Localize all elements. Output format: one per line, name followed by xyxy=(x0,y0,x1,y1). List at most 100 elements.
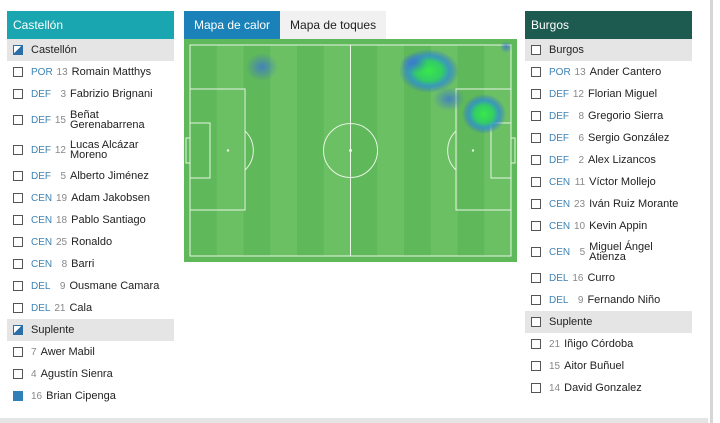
player-name: Ronaldo xyxy=(71,236,113,248)
player-row[interactable]: CEN 18 Pablo Santiago xyxy=(7,209,174,231)
group-row[interactable]: Suplente xyxy=(7,319,174,341)
player-name: Ander Cantero xyxy=(589,66,662,78)
player-row[interactable]: DEL 16 Curro xyxy=(525,267,692,289)
player-number: 23 xyxy=(574,198,586,210)
player-number: 8 xyxy=(61,258,68,270)
player-name: Fabrizio Brignani xyxy=(70,88,153,100)
player-row[interactable]: DEF 12 Florian Miguel xyxy=(525,83,692,105)
checkbox[interactable] xyxy=(13,259,23,269)
pitch-svg xyxy=(184,39,517,262)
player-name: Romain Matthys xyxy=(71,66,152,78)
checkbox[interactable] xyxy=(13,115,23,125)
checkbox[interactable] xyxy=(13,303,23,313)
player-row[interactable]: DEL 9 Ousmane Camara xyxy=(7,275,174,297)
checkbox[interactable] xyxy=(13,215,23,225)
checkbox[interactable] xyxy=(13,193,23,203)
player-number: 15 xyxy=(54,114,66,126)
tab-heatmap[interactable]: Mapa de calor xyxy=(184,11,281,39)
checkbox[interactable] xyxy=(531,247,541,257)
player-row[interactable]: CEN 25 Ronaldo xyxy=(7,231,174,253)
checkbox[interactable] xyxy=(531,317,541,327)
player-row[interactable]: 16 Brian Cipenga xyxy=(7,385,174,407)
checkbox[interactable] xyxy=(531,177,541,187)
player-row[interactable]: DEL 9 Fernando Niño xyxy=(525,289,692,311)
pitch-stripe xyxy=(377,45,404,256)
checkbox[interactable] xyxy=(13,369,23,379)
checkbox[interactable] xyxy=(13,67,23,77)
player-row[interactable]: CEN 5 Miguel Ángel Atienza xyxy=(525,237,692,267)
player-row[interactable]: CEN 10 Kevin Appin xyxy=(525,215,692,237)
checkbox[interactable] xyxy=(531,361,541,371)
player-row[interactable]: 7 Awer Mabil xyxy=(7,341,174,363)
tab-touch-map[interactable]: Mapa de toques xyxy=(280,11,387,39)
checkbox[interactable] xyxy=(531,199,541,209)
checkbox[interactable] xyxy=(13,347,23,357)
player-name: Agustín Sienra xyxy=(40,368,113,380)
group-row[interactable]: Suplente xyxy=(525,311,692,333)
player-row[interactable]: 14 David Gonzalez xyxy=(525,377,692,399)
group-row[interactable]: Burgos xyxy=(525,39,692,61)
page-scrollbar[interactable] xyxy=(710,0,713,423)
checkbox[interactable] xyxy=(531,273,541,283)
player-row[interactable]: POR 13 Romain Matthys xyxy=(7,61,174,83)
checkbox[interactable] xyxy=(13,237,23,247)
home-player-list: Castellón POR 13 Romain Matthys DEF 3 Fabrizio… xyxy=(7,39,174,407)
player-row[interactable]: CEN 23 Iván Ruiz Morante xyxy=(525,193,692,215)
group-row[interactable]: Castellón xyxy=(7,39,174,61)
checkbox[interactable] xyxy=(531,155,541,165)
checkbox[interactable] xyxy=(13,391,23,401)
player-number: 9 xyxy=(59,280,66,292)
checkbox[interactable] xyxy=(531,339,541,349)
player-position: CEN xyxy=(31,214,53,226)
player-number: 5 xyxy=(579,246,586,258)
player-number: 13 xyxy=(574,66,586,78)
player-row[interactable]: CEN 8 Barri xyxy=(7,253,174,275)
player-position: DEF xyxy=(31,144,51,156)
checkbox[interactable] xyxy=(531,383,541,393)
checkbox[interactable] xyxy=(13,325,23,335)
player-row[interactable]: DEF 8 Gregorio Sierra xyxy=(525,105,692,127)
checkbox[interactable] xyxy=(531,133,541,143)
heatmap-section: Mapa de calor Mapa de toques xyxy=(184,11,517,262)
checkbox[interactable] xyxy=(13,145,23,155)
checkbox[interactable] xyxy=(13,281,23,291)
view-tabs: Mapa de calor Mapa de toques xyxy=(184,11,517,39)
player-row[interactable]: 15 Aitor Buñuel xyxy=(525,355,692,377)
player-row[interactable]: 21 Iñigo Córdoba xyxy=(525,333,692,355)
player-position: DEL xyxy=(549,272,569,284)
checkbox[interactable] xyxy=(13,89,23,99)
player-row[interactable]: CEN 19 Adam Jakobsen xyxy=(7,187,174,209)
player-name: Florian Miguel xyxy=(588,88,658,100)
checkbox[interactable] xyxy=(531,221,541,231)
player-number: 21 xyxy=(549,338,561,350)
player-row[interactable]: DEF 3 Fabrizio Brignani xyxy=(7,83,174,105)
checkbox[interactable] xyxy=(531,45,541,55)
player-number: 18 xyxy=(56,214,68,226)
checkbox[interactable] xyxy=(531,67,541,77)
player-row[interactable]: 4 Agustín Sienra xyxy=(7,363,174,385)
player-position: DEF xyxy=(31,170,51,182)
player-row[interactable]: DEF 6 Sergio González xyxy=(525,127,692,149)
player-row[interactable]: DEF 15 Beñat Gerenabarrena xyxy=(7,105,174,135)
checkbox[interactable] xyxy=(531,89,541,99)
pitch-stripe xyxy=(323,45,351,256)
player-number: 9 xyxy=(577,294,584,306)
player-position: DEF xyxy=(31,88,51,100)
player-row[interactable]: DEL 21 Cala xyxy=(7,297,174,319)
player-name: Gregorio Sierra xyxy=(588,110,664,122)
checkbox[interactable] xyxy=(531,295,541,305)
checkbox[interactable] xyxy=(13,45,23,55)
player-name: Fernando Niño xyxy=(587,294,661,306)
player-row[interactable]: CEN 11 Víctor Mollejo xyxy=(525,171,692,193)
player-name: Adam Jakobsen xyxy=(71,192,151,204)
away-team-header: Burgos xyxy=(525,11,692,39)
checkbox[interactable] xyxy=(13,171,23,181)
player-number: 19 xyxy=(56,192,68,204)
checkbox[interactable] xyxy=(531,111,541,121)
player-row[interactable]: DEF 12 Lucas Alcázar Moreno xyxy=(7,135,174,165)
player-number: 7 xyxy=(31,346,37,358)
player-row[interactable]: DEF 2 Alex Lizancos xyxy=(525,149,692,171)
player-row[interactable]: POR 13 Ander Cantero xyxy=(525,61,692,83)
group-label: Suplente xyxy=(549,316,593,328)
player-row[interactable]: DEF 5 Alberto Jiménez xyxy=(7,165,174,187)
